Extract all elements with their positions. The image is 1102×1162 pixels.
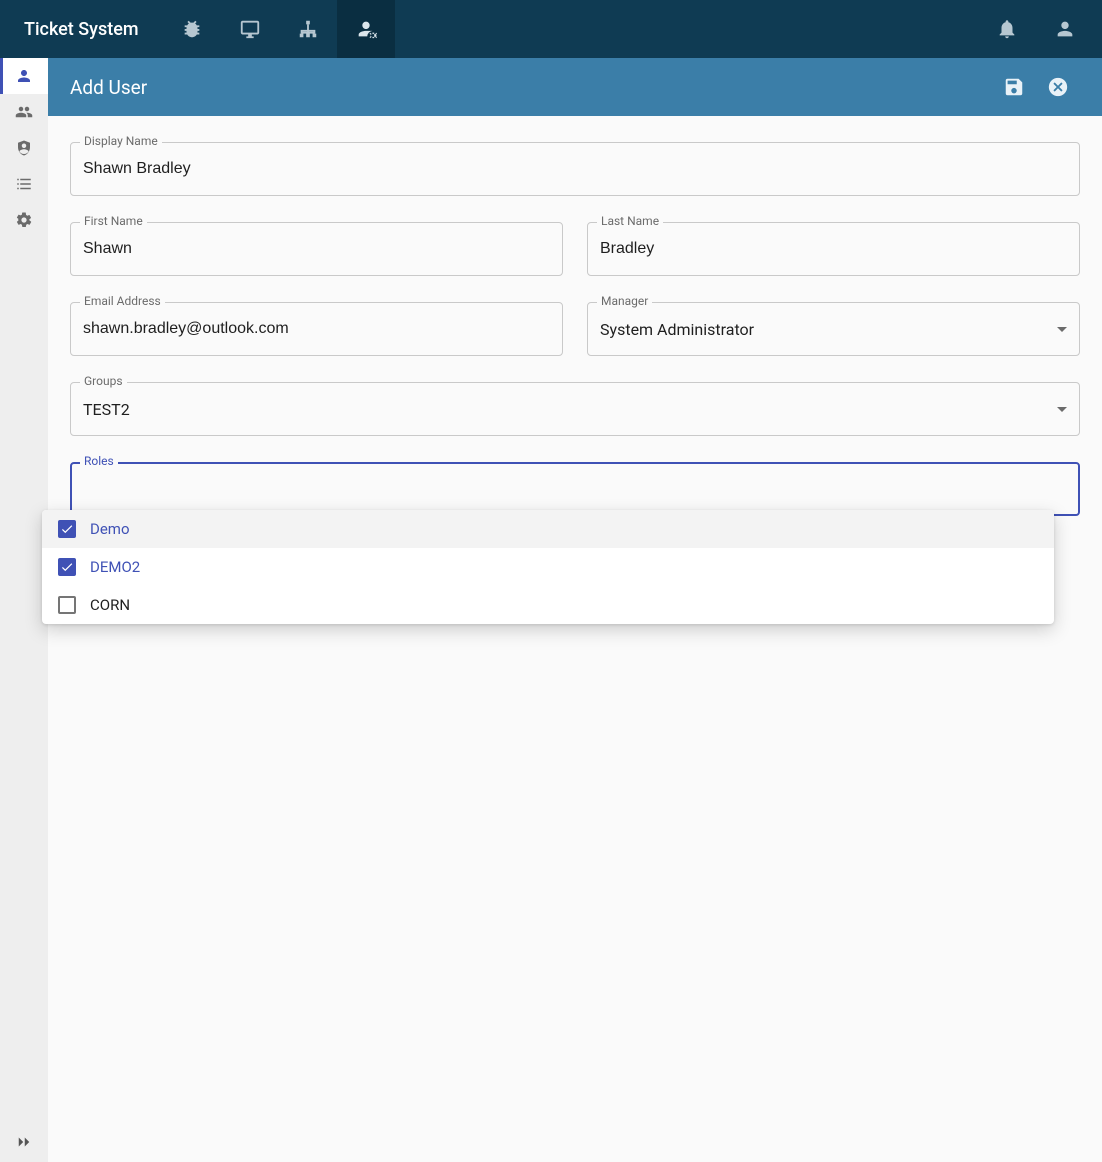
sidebar-user-icon[interactable] <box>0 58 48 94</box>
email-input[interactable] <box>83 320 550 338</box>
notifications-icon[interactable] <box>978 0 1036 58</box>
roles-dropdown: Demo DEMO2 CORN <box>42 510 1054 624</box>
sidebar <box>0 58 48 1162</box>
roles-option-corn[interactable]: CORN <box>42 586 1054 624</box>
sidebar-settings-icon[interactable] <box>0 202 48 238</box>
email-label: Email Address <box>80 294 165 308</box>
top-bar: Ticket System <box>0 0 1102 58</box>
sidebar-expand-icon[interactable] <box>0 1122 48 1162</box>
last-name-field[interactable]: Last Name <box>587 222 1080 276</box>
roles-field[interactable]: Roles <box>70 462 1080 516</box>
manager-field[interactable]: Manager System Administrator <box>587 302 1080 356</box>
form-area: Display Name First Name <box>48 116 1102 1162</box>
sidebar-group-icon[interactable] <box>0 94 48 130</box>
manager-label: Manager <box>597 294 652 308</box>
nav-sitemap-icon[interactable] <box>279 0 337 58</box>
first-name-input[interactable] <box>83 240 550 258</box>
roles-option-demo2[interactable]: DEMO2 <box>42 548 1054 586</box>
display-name-label: Display Name <box>80 134 162 148</box>
roles-option-demo[interactable]: Demo <box>42 510 1054 548</box>
top-nav <box>163 0 395 58</box>
manager-value: System Administrator <box>600 320 1057 339</box>
nav-bug-icon[interactable] <box>163 0 221 58</box>
roles-label: Roles <box>80 454 118 468</box>
display-name-field[interactable]: Display Name <box>70 142 1080 196</box>
groups-label: Groups <box>80 374 127 388</box>
app-name: Ticket System <box>0 19 163 40</box>
checkbox-checked-icon <box>58 520 76 538</box>
last-name-label: Last Name <box>597 214 663 228</box>
nav-desktop-icon[interactable] <box>221 0 279 58</box>
sidebar-list-icon[interactable] <box>0 166 48 202</box>
checkbox-checked-icon <box>58 558 76 576</box>
roles-option-label: DEMO2 <box>90 558 140 576</box>
chevron-down-icon <box>1057 320 1067 339</box>
close-button[interactable] <box>1036 65 1080 109</box>
email-field[interactable]: Email Address <box>70 302 563 356</box>
nav-user-settings-icon[interactable] <box>337 0 395 58</box>
groups-value: TEST2 <box>83 400 1057 419</box>
roles-option-label: CORN <box>90 596 130 614</box>
last-name-input[interactable] <box>600 240 1067 258</box>
roles-option-label: Demo <box>90 520 130 538</box>
first-name-label: First Name <box>80 214 147 228</box>
account-icon[interactable] <box>1036 0 1094 58</box>
display-name-input[interactable] <box>83 160 1067 178</box>
checkbox-unchecked-icon <box>58 596 76 614</box>
page-header: Add User <box>48 58 1102 116</box>
page-title: Add User <box>70 76 147 99</box>
chevron-down-icon <box>1057 400 1067 419</box>
sidebar-roles-icon[interactable] <box>0 130 48 166</box>
first-name-field[interactable]: First Name <box>70 222 563 276</box>
groups-field[interactable]: Groups TEST2 <box>70 382 1080 436</box>
save-button[interactable] <box>992 65 1036 109</box>
